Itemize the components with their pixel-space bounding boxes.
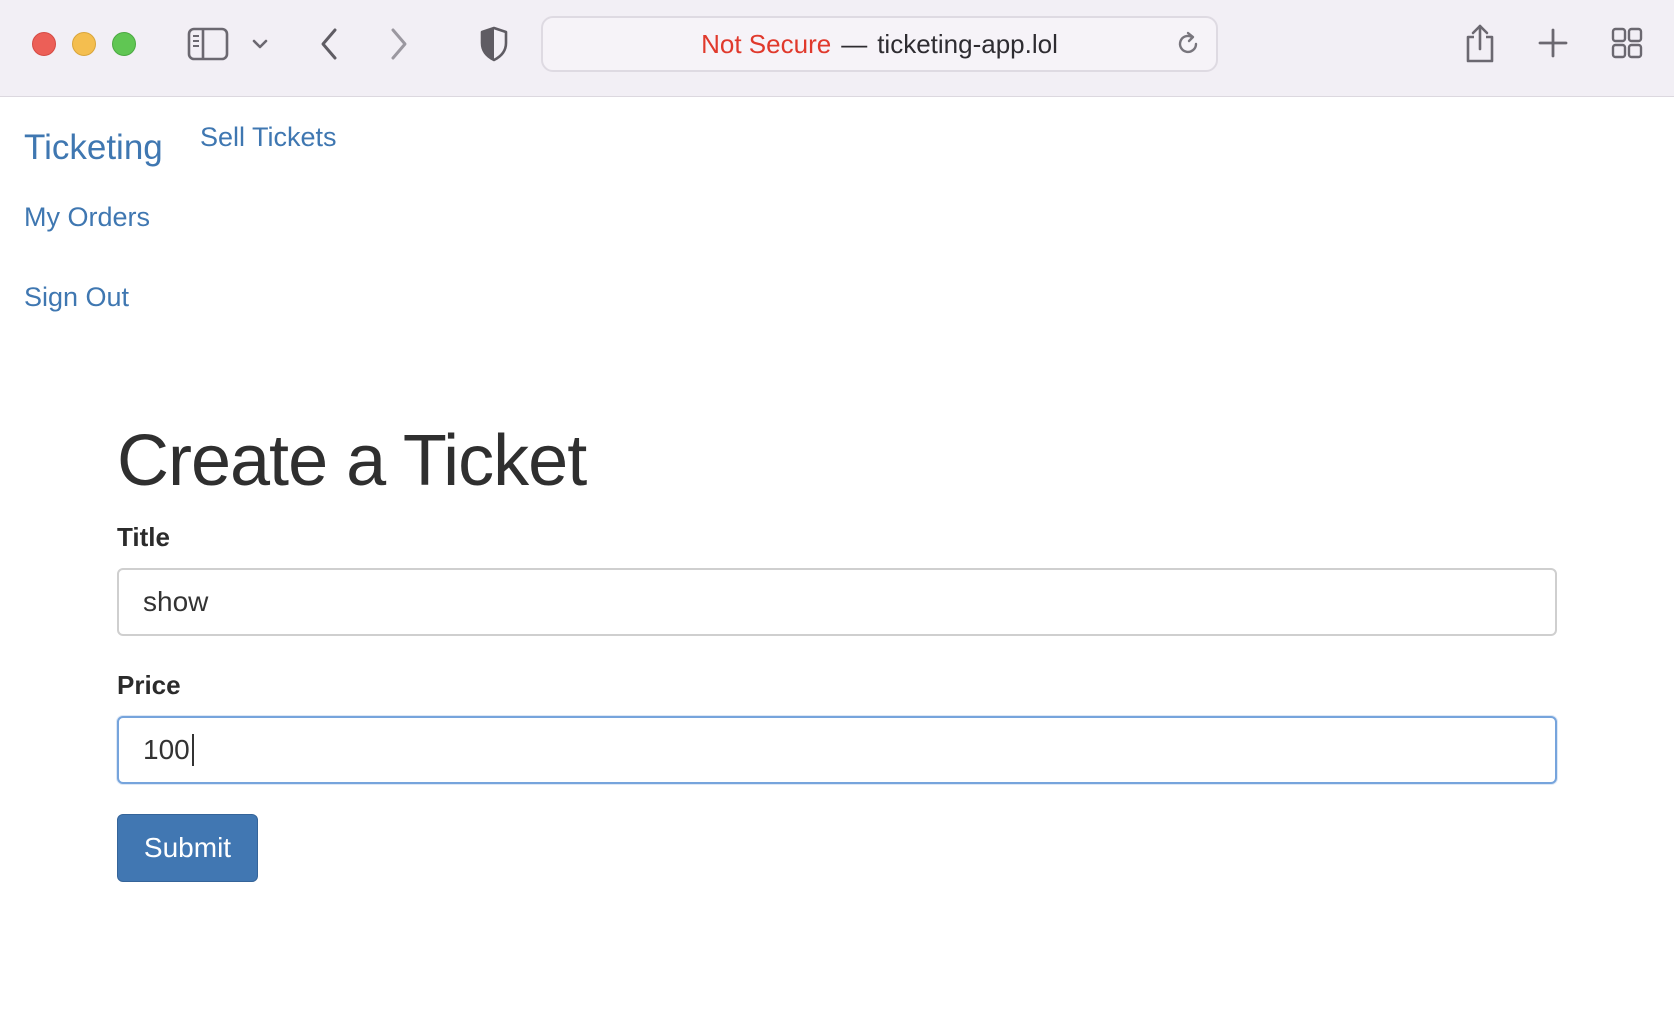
window-minimize-button[interactable] — [72, 32, 96, 56]
window-close-button[interactable] — [32, 32, 56, 56]
page-title: Create a Ticket — [117, 421, 587, 501]
share-icon[interactable] — [1462, 22, 1498, 66]
nav-link-sign-out[interactable]: Sign Out — [24, 282, 129, 313]
submit-button[interactable]: Submit — [117, 814, 258, 882]
url-domain: ticketing-app.lol — [877, 28, 1058, 59]
price-input-value: 100 — [143, 734, 190, 765]
page-content: Ticketing Sell Tickets My Orders Sign Ou… — [0, 98, 1674, 1030]
address-bar[interactable]: Not Secure — ticketing-app.lol — [541, 16, 1218, 72]
forward-arrow-icon[interactable] — [384, 24, 414, 64]
price-input[interactable]: 100 — [117, 716, 1557, 784]
title-input[interactable]: show — [117, 568, 1557, 636]
security-warning-label: Not Secure — [701, 28, 832, 59]
browser-toolbar: Not Secure — ticketing-app.lol — [0, 0, 1674, 97]
title-input-value: show — [143, 586, 209, 617]
url-separator: — — [841, 28, 868, 59]
sidebar-toggle-icon[interactable] — [186, 24, 230, 64]
window-zoom-button[interactable] — [112, 32, 136, 56]
tab-overview-icon[interactable] — [1610, 26, 1644, 60]
reload-icon[interactable] — [1174, 30, 1202, 65]
nav-link-sell-tickets[interactable]: Sell Tickets — [200, 122, 337, 153]
nav-link-my-orders[interactable]: My Orders — [24, 202, 150, 233]
brand-link[interactable]: Ticketing — [24, 128, 163, 168]
new-tab-icon[interactable] — [1536, 26, 1570, 60]
privacy-shield-icon[interactable] — [478, 26, 510, 62]
title-label: Title — [117, 522, 170, 552]
back-arrow-icon[interactable] — [314, 24, 344, 64]
text-caret — [191, 734, 194, 766]
chevron-down-icon[interactable] — [248, 32, 272, 56]
price-label: Price — [117, 670, 181, 700]
